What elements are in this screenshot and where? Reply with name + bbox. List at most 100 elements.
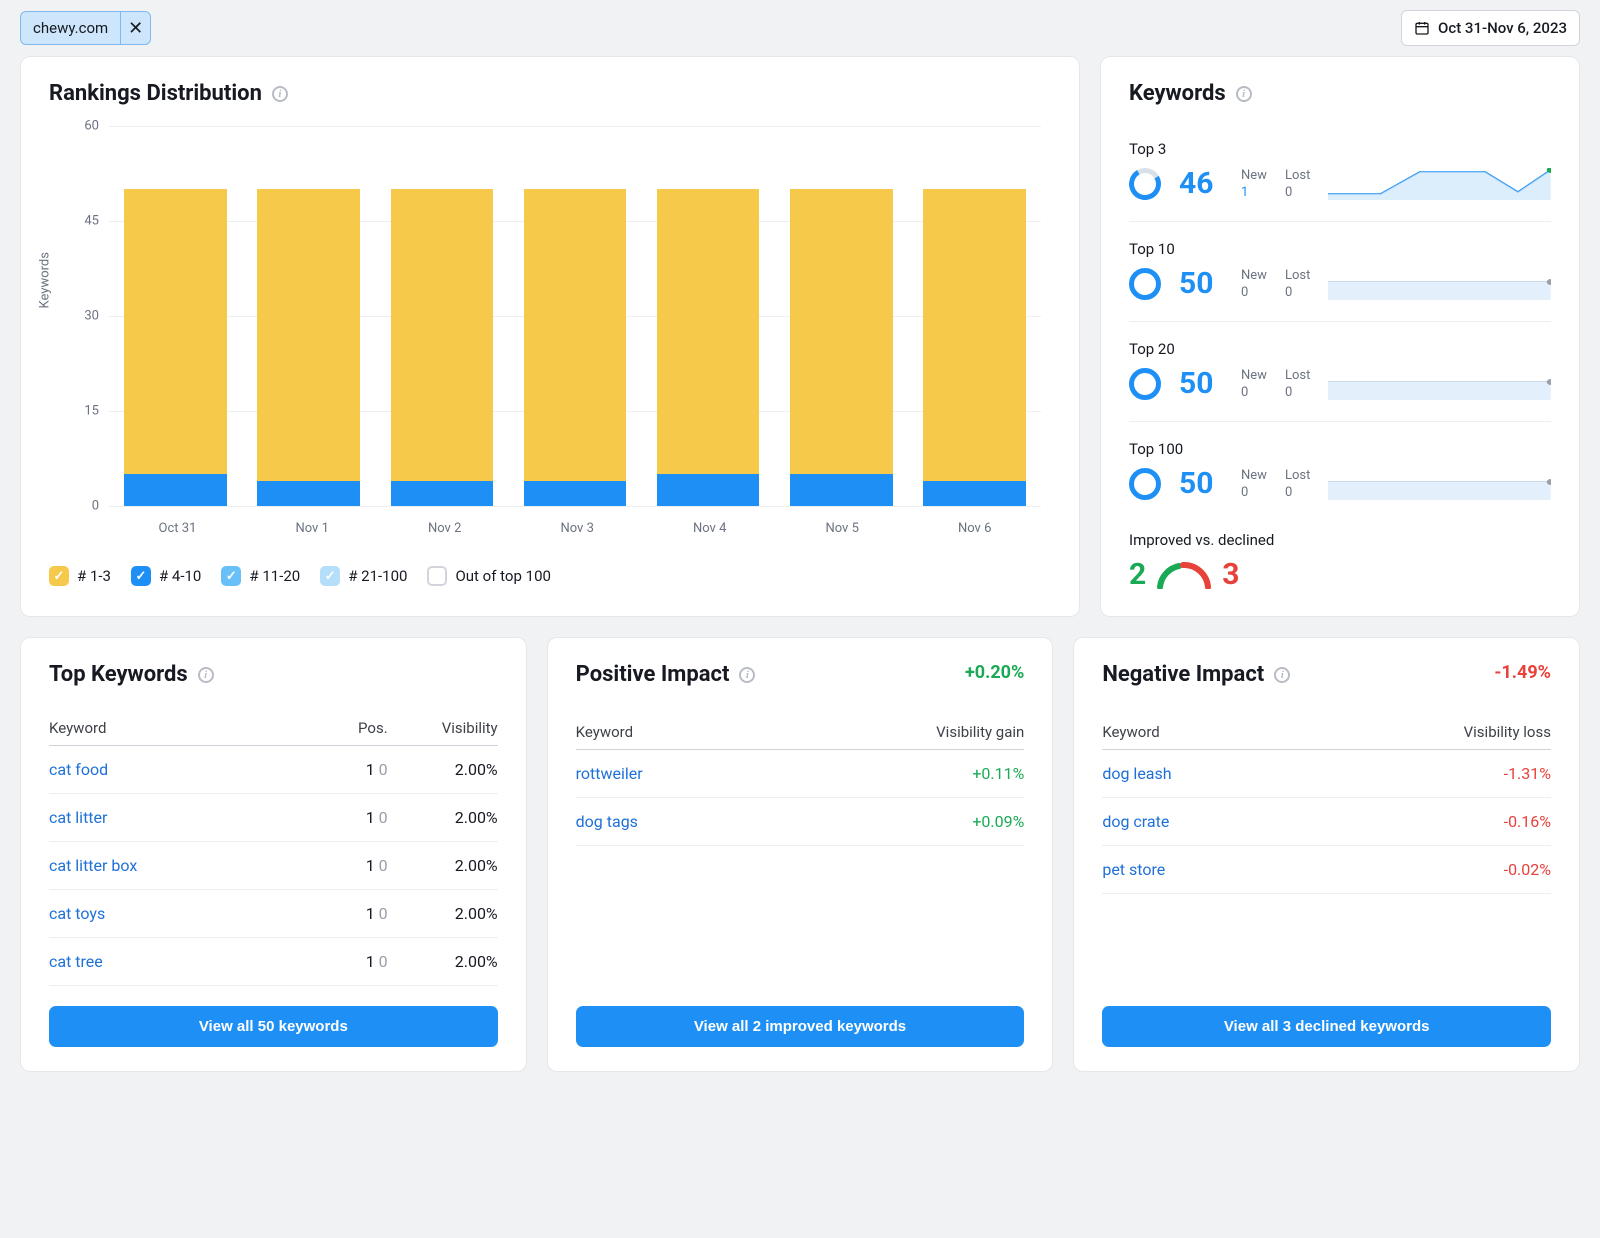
info-icon[interactable]: i	[198, 667, 214, 683]
legend-label: Out of top 100	[455, 567, 550, 585]
table-row: rottweiler +0.11%	[576, 750, 1025, 798]
new-lost: New1	[1241, 168, 1267, 200]
keyword-link[interactable]: dog crate	[1102, 812, 1169, 831]
bar-segment-4-10	[790, 474, 893, 506]
legend-label: # 21-100	[348, 567, 407, 585]
legend-label: # 1-3	[77, 567, 111, 585]
date-range-label: Oct 31-Nov 6, 2023	[1438, 19, 1567, 37]
new-lost: Lost0	[1285, 368, 1310, 400]
y-tick: 15	[69, 404, 99, 419]
bar-segment-4-10	[391, 481, 494, 506]
kw-group-label: Top 20	[1129, 340, 1551, 358]
top-keywords-card: Top Keywords i Keyword Pos. Visibility c…	[20, 637, 527, 1072]
keyword-link[interactable]: pet store	[1102, 860, 1165, 879]
col-loss: Visibility loss	[1301, 715, 1551, 750]
new-lost: Lost0	[1285, 168, 1310, 200]
legend-item[interactable]: # 1-3	[49, 566, 111, 586]
col-pos: Pos.	[318, 711, 388, 746]
position-cell: 1 0	[318, 938, 388, 986]
view-declined-button[interactable]: View all 3 declined keywords	[1102, 1006, 1551, 1047]
x-tick: Nov 5	[825, 521, 858, 536]
loss-cell: -0.02%	[1301, 846, 1551, 894]
keywords-card: Keywords i Top 3 46 New1 Lost0 Top 10 50…	[1100, 56, 1580, 617]
rankings-title: Rankings Distribution i	[49, 81, 1051, 106]
rankings-chart: Keywords 015304560 Oct 31Nov 1Nov 2Nov 3…	[49, 116, 1051, 546]
view-improved-button[interactable]: View all 2 improved keywords	[576, 1006, 1025, 1047]
x-tick: Nov 2	[428, 521, 461, 536]
checkbox-icon[interactable]	[131, 566, 151, 586]
date-range-picker[interactable]: Oct 31-Nov 6, 2023	[1401, 10, 1580, 46]
position-cell: 1 0	[318, 746, 388, 794]
legend-item[interactable]: # 21-100	[320, 566, 407, 586]
bar-segment-1-3	[257, 189, 360, 480]
domain-chip[interactable]: chewy.com ✕	[20, 11, 151, 45]
x-tick: Nov 1	[295, 521, 328, 536]
positive-impact-card: Positive Impact i +0.20% Keyword Visibil…	[547, 637, 1054, 1072]
visibility-cell: 2.00%	[388, 746, 498, 794]
calendar-icon	[1414, 20, 1430, 36]
view-all-keywords-button[interactable]: View all 50 keywords	[49, 1006, 498, 1047]
keyword-link[interactable]: dog leash	[1102, 764, 1171, 783]
improved-vs-declined: Improved vs. declined 2 3	[1129, 531, 1551, 592]
bar-segment-1-3	[790, 189, 893, 474]
kw-group-value: 50	[1179, 266, 1223, 301]
new-lost: New0	[1241, 268, 1267, 300]
kw-group-value: 46	[1179, 166, 1223, 201]
positive-impact-total: +0.20%	[965, 662, 1024, 683]
legend-item[interactable]: # 4-10	[131, 566, 201, 586]
sparkline	[1328, 268, 1551, 300]
keyword-link[interactable]: cat food	[49, 760, 108, 779]
table-row: cat litter box 1 0 2.00%	[49, 842, 498, 890]
ivd-label: Improved vs. declined	[1129, 531, 1551, 549]
keyword-link[interactable]: dog tags	[576, 812, 638, 831]
negative-impact-title: Negative Impact i	[1102, 662, 1290, 687]
top-keywords-title: Top Keywords i	[49, 662, 498, 687]
top-bar: chewy.com ✕ Oct 31-Nov 6, 2023	[0, 0, 1600, 56]
legend-label: # 11-20	[249, 567, 300, 585]
negative-impact-total: -1.49%	[1494, 662, 1551, 683]
checkbox-icon[interactable]	[221, 566, 241, 586]
legend-item[interactable]: Out of top 100	[427, 566, 550, 586]
checkbox-icon[interactable]	[49, 566, 69, 586]
table-row: cat litter 1 0 2.00%	[49, 794, 498, 842]
ring-icon	[1129, 368, 1161, 400]
bar-segment-1-3	[923, 189, 1026, 480]
new-lost: New0	[1241, 368, 1267, 400]
info-icon[interactable]: i	[272, 86, 288, 102]
table-row: dog leash -1.31%	[1102, 750, 1551, 798]
bar-segment-4-10	[257, 481, 360, 506]
col-keyword: Keyword	[576, 715, 770, 750]
info-icon[interactable]: i	[1274, 667, 1290, 683]
info-icon[interactable]: i	[1236, 86, 1252, 102]
sparkline	[1328, 168, 1551, 200]
y-tick: 45	[69, 214, 99, 229]
keyword-link[interactable]: cat tree	[49, 952, 103, 971]
sparkline	[1328, 468, 1551, 500]
position-cell: 1 0	[318, 842, 388, 890]
x-tick: Nov 3	[560, 521, 593, 536]
legend-item[interactable]: # 11-20	[221, 566, 300, 586]
keyword-link[interactable]: cat litter	[49, 808, 107, 827]
new-lost: New0	[1241, 468, 1267, 500]
close-icon[interactable]: ✕	[120, 12, 150, 44]
checkbox-icon[interactable]	[320, 566, 340, 586]
negative-impact-card: Negative Impact i -1.49% Keyword Visibil…	[1073, 637, 1580, 1072]
info-icon[interactable]: i	[739, 667, 755, 683]
gain-cell: +0.11%	[769, 750, 1024, 798]
keyword-link[interactable]: cat toys	[49, 904, 105, 923]
ring-icon	[1129, 268, 1161, 300]
table-row: dog tags +0.09%	[576, 798, 1025, 846]
checkbox-icon[interactable]	[427, 566, 447, 586]
bar-column	[923, 126, 1026, 506]
keyword-group-row: Top 20 50 New0 Lost0	[1129, 322, 1551, 422]
kw-group-label: Top 3	[1129, 140, 1551, 158]
table-row: dog crate -0.16%	[1102, 798, 1551, 846]
kw-group-label: Top 100	[1129, 440, 1551, 458]
kw-group-value: 50	[1179, 466, 1223, 501]
col-keyword: Keyword	[1102, 715, 1300, 750]
table-row: cat tree 1 0 2.00%	[49, 938, 498, 986]
keyword-link[interactable]: rottweiler	[576, 764, 643, 783]
keyword-link[interactable]: cat litter box	[49, 856, 137, 875]
keyword-group-row: Top 100 50 New0 Lost0	[1129, 422, 1551, 521]
bar-column	[124, 126, 227, 506]
